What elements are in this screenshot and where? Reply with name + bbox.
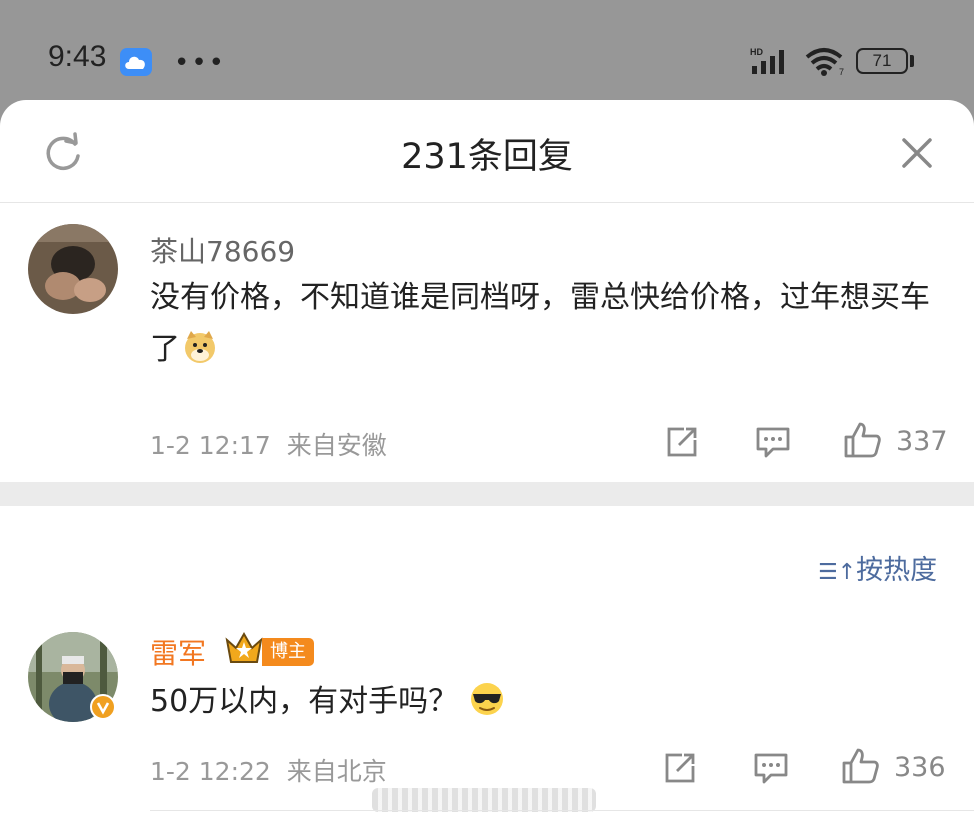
bottom-separator [150, 810, 974, 811]
status-time: 9:43 [48, 40, 107, 73]
comment-text: 没有价格，不知道谁是同档呀，雷总快给价格，过年想买车了 [150, 272, 940, 376]
comment-timestamp: 1-2 12:22 [150, 757, 271, 786]
comment-location: 来自北京 [286, 757, 387, 786]
like-count: 336 [894, 752, 946, 783]
sheet-header: 231条回复 [0, 100, 974, 203]
svg-text:7: 7 [839, 67, 844, 76]
replies-title: 231条回复 [401, 137, 573, 177]
svg-text:HD: HD [750, 47, 763, 57]
like-thumb-icon[interactable] [840, 746, 880, 786]
like-count: 337 [896, 426, 948, 457]
repost-icon[interactable] [664, 424, 700, 460]
comment-meta: 1-2 12:17 来自安徽 [150, 426, 387, 462]
reply-comment-icon[interactable] [752, 750, 790, 786]
like-thumb-icon[interactable] [842, 420, 882, 460]
comment-timestamp: 1-2 12:17 [150, 431, 271, 460]
doge-emoji-icon [185, 331, 215, 363]
comment-location: 来自安徽 [286, 431, 387, 460]
wifi-icon: 7 [805, 48, 844, 76]
repost-icon[interactable] [662, 750, 698, 786]
battery-cap [910, 55, 914, 67]
comment-username[interactable]: 茶山78669 [150, 230, 295, 270]
comment-text-content: 没有价格，不知道谁是同档呀，雷总快给价格，过年想买车了 [150, 280, 930, 367]
sort-icon: ☰↑ [818, 560, 857, 585]
cellular-signal-icon: HD [750, 47, 784, 74]
comment-meta: 1-2 12:22 来自北京 [150, 752, 387, 788]
crown-icon [225, 631, 263, 663]
sort-label: 按热度 [856, 555, 938, 586]
author-badge: 博主 [262, 638, 314, 666]
cloud-app-icon [120, 48, 152, 76]
close-icon[interactable] [896, 132, 938, 174]
section-divider [0, 482, 974, 506]
cool-sunglasses-emoji-icon [471, 683, 504, 715]
battery-indicator: 71 [856, 48, 908, 74]
comment-text: 50万以内，有对手吗？ [150, 676, 940, 728]
status-bar: 9:43 ••• HD 7 71 [0, 0, 974, 100]
reply-comment-icon[interactable] [754, 424, 792, 460]
sort-by-hot-button[interactable]: ☰↑按热度 [818, 548, 937, 587]
watermark-blur [372, 788, 596, 812]
replies-sheet: 231条回复 茶山78669 没有价格，不知道谁是同档呀，雷总快给价格，过年想买… [0, 100, 974, 820]
more-notifications-dots: ••• [174, 48, 227, 78]
avatar[interactable] [28, 224, 118, 314]
comment-text-content: 50万以内，有对手吗？ [150, 684, 459, 719]
verified-v-badge-icon [90, 694, 116, 720]
comment-username[interactable]: 雷军 [150, 632, 206, 672]
